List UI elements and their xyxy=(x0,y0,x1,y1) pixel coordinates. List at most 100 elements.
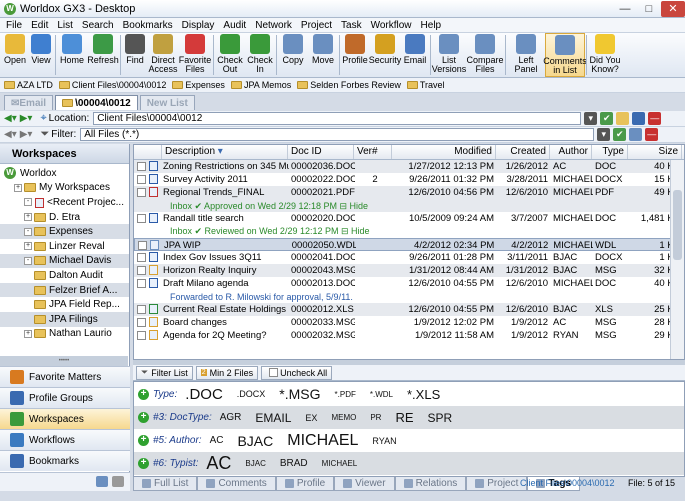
tree-node[interactable]: W Worldox xyxy=(0,166,129,181)
nav-workflows[interactable]: Workflows xyxy=(0,429,130,450)
refresh-button[interactable]: Refresh xyxy=(87,33,119,77)
configure-nav-icon[interactable] xyxy=(96,476,108,487)
did-you-know-button[interactable]: Did You Know? xyxy=(588,33,622,77)
copy-button[interactable]: Copy xyxy=(278,33,308,77)
column-header-modified[interactable]: Modified xyxy=(392,145,496,159)
favorite-item[interactable]: Selden Forbes Review xyxy=(297,80,401,90)
filter-remove-icon[interactable]: — xyxy=(645,128,659,141)
table-row[interactable]: Draft Milano agenda 00002013.DOC 12/6/2010… xyxy=(134,277,684,290)
tag-word[interactable]: *.WDL xyxy=(370,390,393,399)
table-row[interactable]: Zoning Restrictions on 345 Murray0000203… xyxy=(134,160,684,174)
list-versions-button[interactable]: List Versions xyxy=(432,33,466,77)
view-button[interactable]: View xyxy=(28,33,54,77)
tree-node[interactable]: JPA Field Rep... xyxy=(0,297,129,312)
table-row[interactable]: Horizon Realty Inquiry 00002043.MSG 1/31/2… xyxy=(134,264,684,278)
profile-button[interactable]: Profile xyxy=(341,33,369,77)
tag-word[interactable]: .DOCX xyxy=(237,389,266,399)
row-checkbox[interactable] xyxy=(137,305,146,314)
location-dropdown-icon[interactable]: ▾ xyxy=(584,112,598,125)
expand-icon[interactable]: + xyxy=(24,213,32,222)
location-input[interactable]: Client Files\00004\0012 xyxy=(93,112,582,125)
filter-options-icon[interactable] xyxy=(629,128,643,141)
tag-word[interactable]: MICHAEL xyxy=(322,459,358,468)
tag-word[interactable]: MEMO xyxy=(331,413,356,422)
favorite-item[interactable]: AZA LTD xyxy=(4,80,53,90)
column-header-type[interactable]: Type xyxy=(592,145,628,159)
menu-item-task[interactable]: Task xyxy=(341,20,362,31)
tag-word[interactable]: .DOC xyxy=(185,386,223,403)
folder-icon[interactable] xyxy=(616,112,630,125)
list-tab[interactable]: \00004\0012 xyxy=(55,95,138,110)
column-header-created[interactable]: Created xyxy=(496,145,550,159)
minimize-button[interactable]: — xyxy=(613,1,637,17)
email-button[interactable]: Email xyxy=(401,33,429,77)
tree-node[interactable]: - Michael Davis xyxy=(0,253,129,269)
home-button[interactable]: Home xyxy=(57,33,87,77)
row-checkbox[interactable] xyxy=(137,318,146,328)
tag-word[interactable]: RE xyxy=(395,410,413,425)
favorite-item[interactable]: JPA Memos xyxy=(230,80,291,90)
tree-node[interactable]: Dalton Audit xyxy=(0,268,129,283)
nav-favorite-matters[interactable]: Favorite Matters xyxy=(0,366,130,387)
bottom-tab-comments[interactable]: Comments xyxy=(197,477,276,491)
list-tab[interactable]: ✉ Email xyxy=(4,95,54,110)
row-checkbox[interactable] xyxy=(137,175,146,185)
menu-item-help[interactable]: Help xyxy=(421,20,442,31)
row-checkbox[interactable] xyxy=(137,266,146,276)
favorite-item[interactable]: Travel xyxy=(406,80,445,90)
menu-item-project[interactable]: Project xyxy=(301,20,332,31)
find-button[interactable]: Find xyxy=(122,33,148,77)
back-arrow-icon[interactable]: ◀▾ xyxy=(4,113,17,124)
expand-icon[interactable]: - xyxy=(24,198,32,207)
move-button[interactable]: Move xyxy=(308,33,338,77)
check-out-button[interactable]: Check Out xyxy=(215,33,245,77)
min-files-button[interactable]: 2 Min 2 Files xyxy=(195,365,259,380)
nav-workspaces[interactable]: Workspaces xyxy=(0,408,130,429)
nav-bookmarks[interactable]: Bookmarks xyxy=(0,450,130,471)
tag-word[interactable]: *.XLS xyxy=(407,387,440,402)
row-checkbox[interactable] xyxy=(137,279,146,289)
tag-word[interactable]: SPR xyxy=(428,411,453,425)
add-tag-icon[interactable]: + xyxy=(138,388,149,400)
tree-node[interactable]: Felzer Brief A... xyxy=(0,282,129,298)
expand-nav-icon[interactable] xyxy=(112,476,124,487)
column-header-author[interactable]: Author xyxy=(550,145,592,159)
comments-in-list-button[interactable]: Comments in List xyxy=(543,33,587,77)
row-checkbox[interactable] xyxy=(137,214,146,224)
menu-item-search[interactable]: Search xyxy=(82,20,114,31)
filter-dropdown-icon[interactable]: ▾ xyxy=(597,128,611,141)
left-panel-button[interactable]: Left Panel xyxy=(507,33,545,77)
column-header-docid[interactable]: Doc ID xyxy=(288,145,354,159)
filter-back-arrow-icon[interactable]: ◀▾ xyxy=(4,129,17,140)
tag-word[interactable]: *.MSG xyxy=(279,386,320,402)
menu-item-display[interactable]: Display xyxy=(182,20,215,31)
table-row[interactable]: Randall title search 00002020.DOC 10/5/200… xyxy=(134,212,684,225)
tag-word[interactable]: MICHAEL xyxy=(287,432,358,450)
table-row[interactable]: Survey Activity 2011 00002022.DOCX 2 9/26/2… xyxy=(134,173,684,186)
column-header-ver[interactable]: Ver# xyxy=(354,145,392,159)
menu-item-list[interactable]: List xyxy=(57,20,73,31)
tag-word[interactable]: AC xyxy=(206,453,231,474)
panel-splitter[interactable]: ••••• xyxy=(0,356,128,366)
add-tag-icon[interactable]: + xyxy=(138,412,149,423)
favorite-item[interactable]: Expenses xyxy=(172,80,225,90)
bottom-tab-project[interactable]: Project xyxy=(466,477,528,491)
forward-arrow-icon[interactable]: ▶▾ xyxy=(20,113,33,124)
table-row[interactable]: Board changes 00002033.MSG 1/9/2012 12:02 … xyxy=(134,316,684,329)
maximize-button[interactable]: □ xyxy=(637,1,661,17)
filter-list-button[interactable]: ⏷ Filter List xyxy=(136,365,193,380)
menu-item-edit[interactable]: Edit xyxy=(31,20,48,31)
list-tab[interactable]: New List xyxy=(139,95,195,110)
uncheck-all-button[interactable]: Uncheck All xyxy=(261,365,333,380)
tree-node[interactable]: JPA Filings xyxy=(0,311,129,327)
expand-icon[interactable]: - xyxy=(24,256,32,265)
tag-word[interactable]: RYAN xyxy=(372,436,396,446)
expand-icon[interactable]: + xyxy=(24,242,32,251)
row-checkbox[interactable] xyxy=(137,331,146,341)
tag-word[interactable]: BJAC xyxy=(245,459,265,468)
table-row[interactable]: JPA WIP 00002050.WDL 4/2/2012 02:34 PM 4/2/… xyxy=(134,237,684,251)
tag-word[interactable]: BRAD xyxy=(280,458,308,469)
tree-node[interactable]: + My Workspaces xyxy=(0,181,129,196)
close-button[interactable]: ✕ xyxy=(661,0,685,17)
tree-node[interactable]: - <Recent Projec... xyxy=(0,195,129,210)
